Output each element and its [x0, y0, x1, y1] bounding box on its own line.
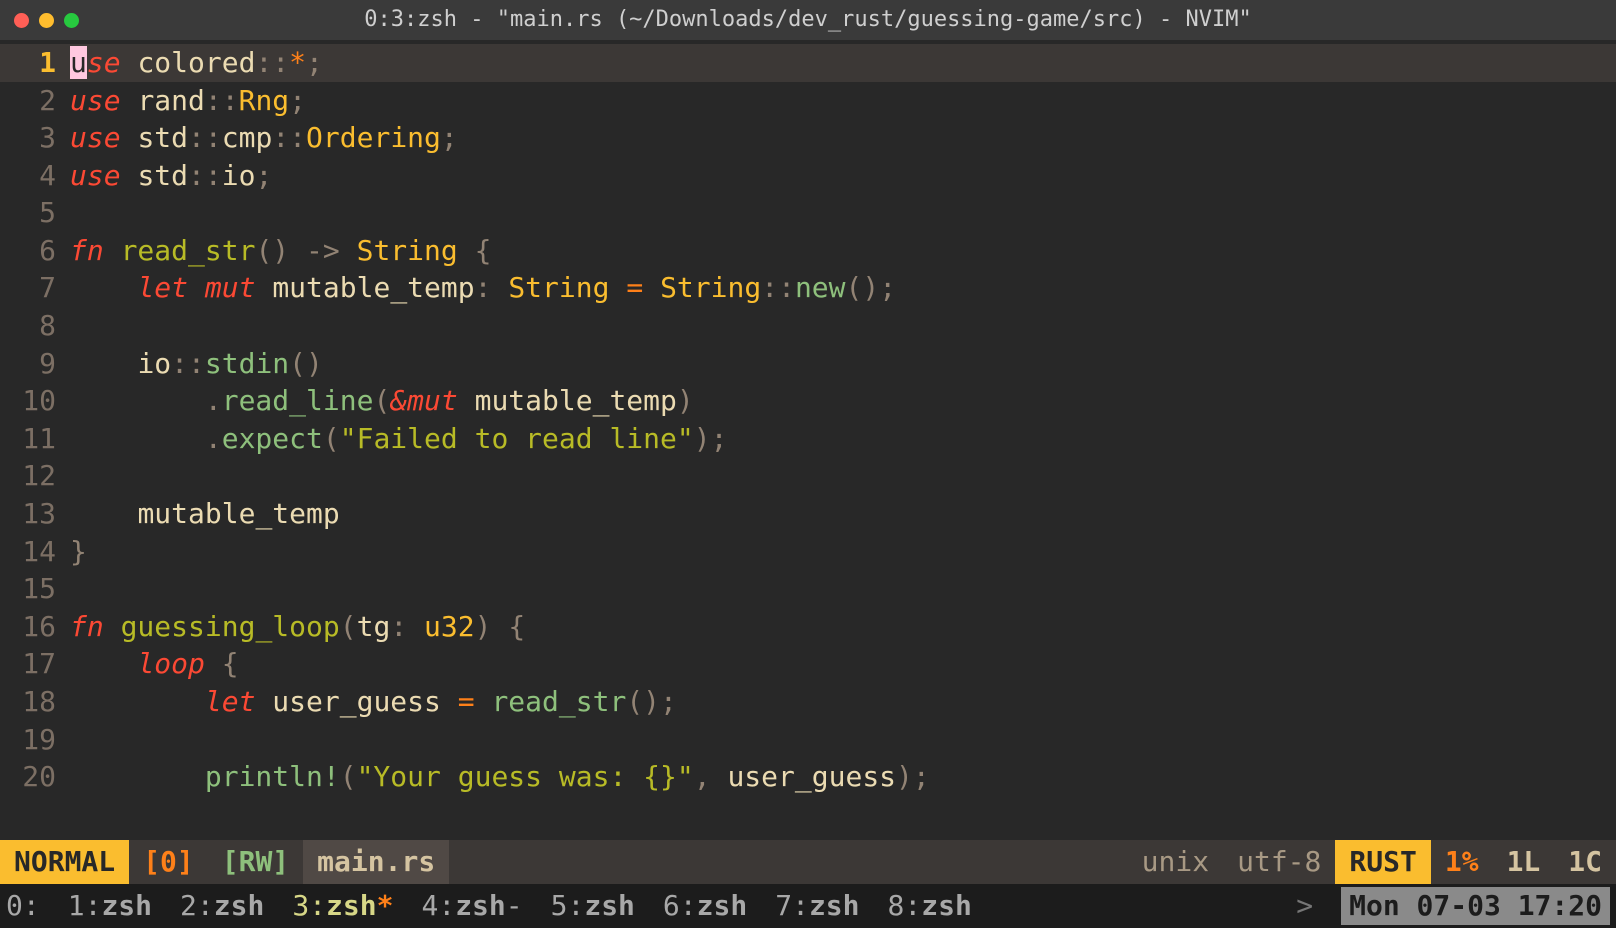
- line-number: 1: [0, 44, 70, 82]
- code-line[interactable]: 13 mutable_temp: [0, 495, 1616, 533]
- tmux-window[interactable]: 6:zsh: [663, 887, 747, 925]
- code-content[interactable]: let mut mutable_temp: String = String::n…: [70, 269, 896, 307]
- code-content[interactable]: mutable_temp: [70, 495, 340, 533]
- editor-area[interactable]: 1use colored::*;2use rand::Rng;3use std:…: [0, 40, 1616, 840]
- line-number: 5: [0, 194, 70, 232]
- code-content[interactable]: use colored::*;: [70, 44, 323, 82]
- code-line[interactable]: 8: [0, 307, 1616, 345]
- code-content[interactable]: use rand::Rng;: [70, 82, 306, 120]
- line-number: 13: [0, 495, 70, 533]
- statusline: NORMAL [0] [RW] main.rs unix utf-8 RUST …: [0, 840, 1616, 884]
- line-number: 3: [0, 119, 70, 157]
- tmux-window[interactable]: 1:zsh: [68, 887, 152, 925]
- tmux-bar: 0: 1:zsh 2:zsh 3:zsh* 4:zsh- 5:zsh 6:zsh 7:zsh…: [0, 884, 1616, 928]
- tmux-window[interactable]: 7:zsh: [775, 887, 859, 925]
- tmux-window[interactable]: 8:zsh: [888, 887, 972, 925]
- code-line[interactable]: 5: [0, 194, 1616, 232]
- code-line[interactable]: 15: [0, 570, 1616, 608]
- code-line[interactable]: 1use colored::*;: [0, 44, 1616, 82]
- code-content[interactable]: loop {: [70, 645, 239, 683]
- tmux-arrow-icon: >: [1296, 887, 1313, 925]
- line-number: 6: [0, 232, 70, 270]
- code-line[interactable]: 18 let user_guess = read_str();: [0, 683, 1616, 721]
- code-line[interactable]: 11 .expect("Failed to read line");: [0, 420, 1616, 458]
- code-line[interactable]: 17 loop {: [0, 646, 1616, 684]
- maximize-icon[interactable]: [64, 13, 79, 28]
- close-icon[interactable]: [14, 13, 29, 28]
- code-content[interactable]: .expect("Failed to read line");: [70, 420, 727, 458]
- line-number: 15: [0, 570, 70, 608]
- line-number: 9: [0, 345, 70, 383]
- tmux-window[interactable]: 4:zsh-: [421, 887, 522, 925]
- tmux-window[interactable]: 3:zsh*: [292, 887, 393, 925]
- code-line[interactable]: 19: [0, 721, 1616, 759]
- tmux-session: 0:: [6, 887, 40, 925]
- status-changes: [0]: [129, 840, 208, 884]
- status-lang: RUST: [1335, 840, 1430, 884]
- status-filename: main.rs: [303, 840, 449, 884]
- code-content[interactable]: fn read_str() -> String {: [70, 232, 491, 270]
- line-number: 2: [0, 82, 70, 120]
- line-number: 14: [0, 533, 70, 571]
- tmux-clock: Mon 07-03 17:20: [1341, 887, 1610, 925]
- line-number: 12: [0, 457, 70, 495]
- traffic-lights: [14, 13, 79, 28]
- line-number: 16: [0, 608, 70, 646]
- line-number: 19: [0, 721, 70, 759]
- status-rw: [RW]: [208, 840, 303, 884]
- status-encoding: utf-8: [1223, 840, 1335, 884]
- tmux-window[interactable]: 5:zsh: [551, 887, 635, 925]
- status-col: 1C: [1554, 840, 1616, 884]
- code-content[interactable]: fn guessing_loop(tg: u32) {: [70, 608, 525, 646]
- titlebar: 0:3:zsh - "main.rs (~/Downloads/dev_rust…: [0, 0, 1616, 40]
- window-title: 0:3:zsh - "main.rs (~/Downloads/dev_rust…: [0, 5, 1616, 35]
- code-line[interactable]: 2use rand::Rng;: [0, 82, 1616, 120]
- code-content[interactable]: }: [70, 533, 87, 571]
- line-number: 18: [0, 683, 70, 721]
- line-number: 20: [0, 758, 70, 796]
- code-line[interactable]: 14}: [0, 533, 1616, 571]
- line-number: 17: [0, 645, 70, 683]
- code-line[interactable]: 3use std::cmp::Ordering;: [0, 119, 1616, 157]
- code-line[interactable]: 12: [0, 458, 1616, 496]
- status-line: 1L: [1493, 840, 1555, 884]
- code-line[interactable]: 6fn read_str() -> String {: [0, 232, 1616, 270]
- line-number: 7: [0, 269, 70, 307]
- code-line[interactable]: 4use std::io;: [0, 157, 1616, 195]
- status-percent: 1%: [1431, 840, 1493, 884]
- code-content[interactable]: .read_line(&mut mutable_temp): [70, 382, 694, 420]
- minimize-icon[interactable]: [39, 13, 54, 28]
- tmux-window[interactable]: 2:zsh: [180, 887, 264, 925]
- code-line[interactable]: 20 println!("Your guess was: {}", user_g…: [0, 758, 1616, 796]
- code-line[interactable]: 7 let mut mutable_temp: String = String:…: [0, 270, 1616, 308]
- code-content[interactable]: let user_guess = read_str();: [70, 683, 677, 721]
- code-line[interactable]: 16fn guessing_loop(tg: u32) {: [0, 608, 1616, 646]
- code-line[interactable]: 9 io::stdin(): [0, 345, 1616, 383]
- line-number: 4: [0, 157, 70, 195]
- line-number: 8: [0, 307, 70, 345]
- cursor: u: [70, 46, 87, 79]
- line-number: 10: [0, 382, 70, 420]
- code-content[interactable]: use std::cmp::Ordering;: [70, 119, 458, 157]
- code-content[interactable]: io::stdin(): [70, 345, 323, 383]
- code-content[interactable]: use std::io;: [70, 157, 272, 195]
- line-number: 11: [0, 420, 70, 458]
- status-mode: NORMAL: [0, 840, 129, 884]
- status-fileformat: unix: [1128, 840, 1223, 884]
- code-line[interactable]: 10 .read_line(&mut mutable_temp): [0, 382, 1616, 420]
- code-content[interactable]: println!("Your guess was: {}", user_gues…: [70, 758, 930, 796]
